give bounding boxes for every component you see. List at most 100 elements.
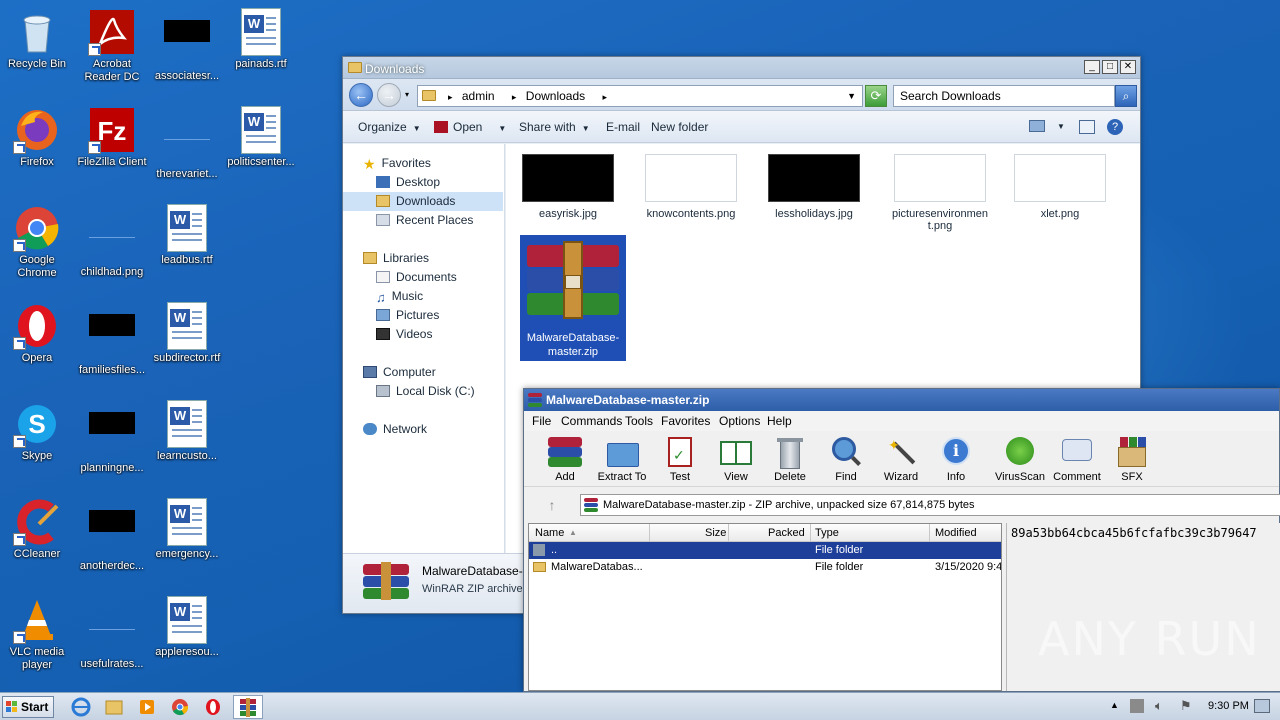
new-folder-button[interactable]: New folder <box>651 120 708 134</box>
file-item[interactable]: knowcontents.png <box>639 144 743 220</box>
address-dropdown[interactable]: ▼ <box>847 86 856 106</box>
column-packed[interactable]: Packed <box>768 527 805 539</box>
desktop-icon-planningne[interactable]: planningne... <box>75 400 149 475</box>
wizard-button[interactable]: ✦ Wizard <box>875 435 927 483</box>
view-dropdown[interactable]: ▼ <box>1057 122 1065 131</box>
desktop-icon-chrome[interactable]: Google Chrome <box>0 204 74 280</box>
desktop-icon-filezilla[interactable]: Fz FileZilla Client <box>75 106 149 169</box>
desktop-icon-therevariet[interactable]: therevariet... <box>150 106 224 181</box>
start-button[interactable]: Start <box>2 696 54 718</box>
virusscan-button[interactable]: VirusScan <box>994 435 1046 483</box>
delete-button[interactable]: Delete <box>764 435 816 483</box>
extract-to-button[interactable]: Extract To <box>596 435 648 483</box>
sfx-button[interactable]: SFX <box>1106 435 1158 483</box>
desktop-icon-familiesfiles[interactable]: familiesfiles... <box>75 302 149 377</box>
desktop-icon-politicsenter[interactable]: W politicsenter... <box>224 106 298 169</box>
file-item-selected[interactable]: MalwareDatabase-master.zip <box>520 235 626 361</box>
refresh-button[interactable]: ⟳ <box>865 85 887 107</box>
address-bar[interactable]: ▸ admin ▸ Downloads ▸ ▼ <box>417 85 863 107</box>
back-button[interactable]: ← <box>349 83 373 107</box>
info-button[interactable]: i Info <box>930 435 982 483</box>
desktop-icon-childhad[interactable]: childhad.png <box>75 204 149 279</box>
preview-pane-icon[interactable] <box>1079 120 1095 134</box>
nav-music[interactable]: ♫ Music <box>343 287 503 306</box>
desktop-icon-usefulrates[interactable]: usefulrates... <box>75 596 149 671</box>
desktop-icon-skype[interactable]: S Skype <box>0 400 74 463</box>
desktop-icon-anotherdec[interactable]: anotherdec... <box>75 498 149 573</box>
email-button[interactable]: E-mail <box>606 120 640 134</box>
desktop-icon-subdirector[interactable]: W subdirector.rtf <box>150 302 224 365</box>
breadcrumb-downloads[interactable]: Downloads <box>526 89 585 103</box>
nav-recent-places[interactable]: Recent Places <box>343 211 503 230</box>
winrar-titlebar[interactable]: MalwareDatabase-master.zip <box>524 389 1279 411</box>
add-button[interactable]: Add <box>539 435 591 483</box>
menu-tools[interactable]: Tools <box>625 411 653 431</box>
nav-videos[interactable]: Videos <box>343 325 503 344</box>
desktop-icon-appleresou[interactable]: W appleresou... <box>150 596 224 659</box>
file-item[interactable]: lessholidays.jpg <box>762 144 866 220</box>
taskbar-explorer[interactable] <box>99 695 129 719</box>
clock[interactable]: 9:30 PM <box>1208 700 1249 712</box>
find-button[interactable]: Find <box>820 435 872 483</box>
desktop-icon-learncusto[interactable]: W learncusto... <box>150 400 224 463</box>
nav-pictures[interactable]: Pictures <box>343 306 503 325</box>
nav-network[interactable]: Network <box>343 420 503 439</box>
maximize-button[interactable]: □ <box>1102 60 1118 74</box>
forward-button[interactable]: → <box>377 83 401 107</box>
file-item[interactable]: picturesenvironment.png <box>885 144 995 232</box>
taskbar-winrar[interactable] <box>233 695 263 719</box>
desktop-icon-firefox[interactable]: Firefox <box>0 106 74 169</box>
file-item[interactable]: easyrisk.jpg <box>516 144 620 220</box>
desktop-icon-vlc[interactable]: VLC media player <box>0 596 74 672</box>
nav-computer[interactable]: Computer <box>343 363 503 382</box>
help-icon[interactable]: ? <box>1107 119 1123 135</box>
desktop-icon-painads[interactable]: W painads.rtf <box>224 8 298 71</box>
menu-options[interactable]: Options <box>719 411 760 431</box>
speaker-icon[interactable]: 🔈︎ <box>1155 698 1163 714</box>
up-folder-button[interactable]: ↑ <box>532 493 572 517</box>
column-modified[interactable]: Modified <box>935 527 977 539</box>
search-icon[interactable]: ⌕ <box>1115 85 1137 107</box>
flag-icon[interactable]: ⚑ <box>1180 698 1192 714</box>
table-row[interactable]: MalwareDatabas... File folder 3/15/2020 … <box>529 559 1001 576</box>
nav-downloads[interactable]: Downloads <box>343 192 503 211</box>
desktop-icon-associatesr[interactable]: associatesr... <box>150 8 224 83</box>
test-button[interactable]: ✓ Test <box>654 435 706 483</box>
view-options-icon[interactable] <box>1029 120 1045 132</box>
table-row[interactable]: .. File folder <box>529 542 1001 559</box>
show-hidden-icons-button[interactable]: ▲ <box>1110 700 1119 710</box>
menu-file[interactable]: File <box>532 411 551 431</box>
nav-desktop[interactable]: Desktop <box>343 173 503 192</box>
column-name[interactable]: Name <box>535 527 564 539</box>
column-size[interactable]: Size <box>705 527 726 539</box>
desktop-icon-emergency[interactable]: W emergency... <box>150 498 224 561</box>
taskbar-media-player[interactable] <box>132 695 162 719</box>
menu-favorites[interactable]: Favorites <box>661 411 710 431</box>
show-desktop-button[interactable] <box>1254 699 1270 713</box>
taskbar-opera[interactable] <box>198 695 228 719</box>
desktop-icon-acrobat[interactable]: Acrobat Reader DC <box>75 8 149 84</box>
view-button[interactable]: View <box>710 435 762 483</box>
nav-documents[interactable]: Documents <box>343 268 503 287</box>
desktop-icon-ccleaner[interactable]: CCleaner <box>0 498 74 561</box>
archive-path[interactable]: MalwareDatabase-master.zip - ZIP archive… <box>580 494 1280 516</box>
file-item[interactable]: xlet.png <box>1008 144 1112 220</box>
desktop-icon-leadbus[interactable]: W leadbus.rtf <box>150 204 224 267</box>
explorer-titlebar[interactable]: Downloads _ □ ✕ <box>343 57 1140 79</box>
column-type[interactable]: Type <box>815 527 839 539</box>
taskbar-chrome[interactable] <box>165 695 195 719</box>
minimize-button[interactable]: _ <box>1084 60 1100 74</box>
desktop-icon-opera[interactable]: Opera <box>0 302 74 365</box>
menu-help[interactable]: Help <box>767 411 792 431</box>
search-input[interactable]: Search Downloads <box>893 85 1115 107</box>
open-button[interactable]: Open ▼ <box>434 120 506 134</box>
desktop-icon-recycle-bin[interactable]: Recycle Bin <box>0 8 74 71</box>
nav-local-disk[interactable]: Local Disk (C:) <box>343 382 503 401</box>
close-button[interactable]: ✕ <box>1120 60 1136 74</box>
share-with-button[interactable]: Share with ▼ <box>519 120 590 134</box>
menu-commands[interactable]: Commands <box>561 411 622 431</box>
action-center-icon[interactable] <box>1130 699 1144 713</box>
taskbar-ie[interactable] <box>66 695 96 719</box>
nav-libraries[interactable]: Libraries <box>343 249 503 268</box>
organize-button[interactable]: Organize ▼ <box>358 120 421 134</box>
